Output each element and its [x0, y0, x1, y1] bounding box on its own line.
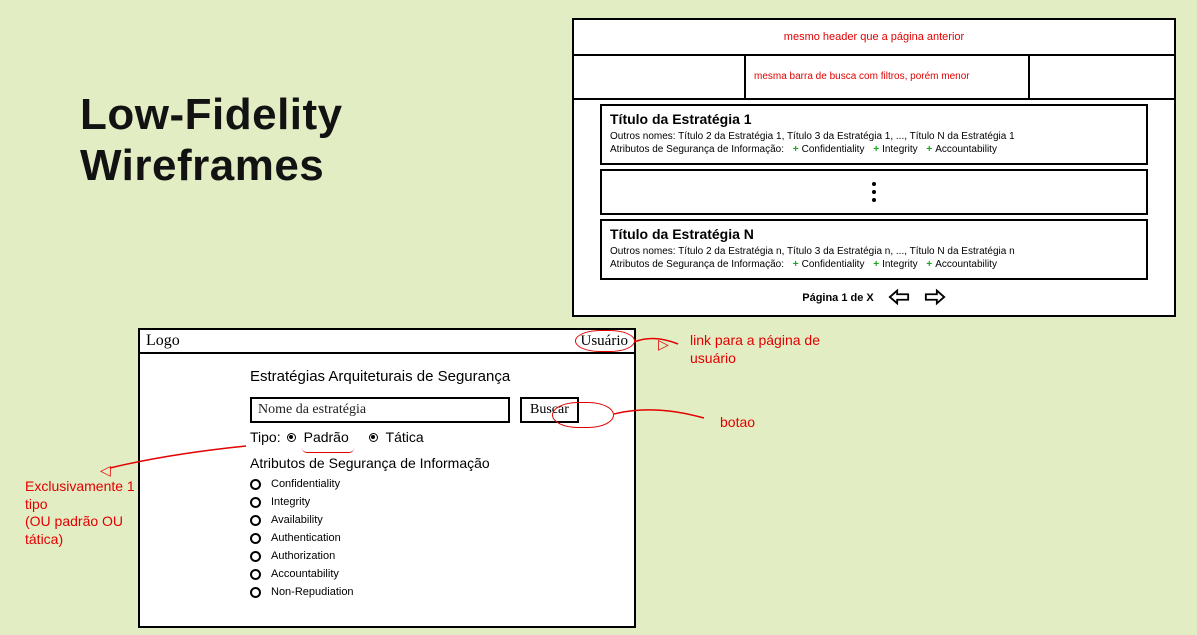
- radio-padrao[interactable]: [287, 433, 296, 442]
- annotation-button: botao: [720, 414, 755, 432]
- results-header-note: mesmo header que a página anterior: [574, 20, 1174, 56]
- type-option-padrao: Padrão: [304, 429, 349, 445]
- page-title: Estratégias Arquiteturais de Segurança: [250, 368, 604, 385]
- plus-icon: +: [873, 259, 879, 270]
- plus-icon: +: [873, 144, 879, 155]
- checkbox-icon[interactable]: [250, 569, 261, 580]
- strategy-card-1[interactable]: Título da Estratégia 1 Outros nomes: Tít…: [600, 104, 1148, 165]
- arrow-icon: ▷: [658, 336, 669, 353]
- list-item: Integrity: [250, 493, 604, 511]
- strategy-1-attrs: Atributos de Segurança de Informação: +C…: [610, 143, 1138, 157]
- strategy-1-other-names: Outros nomes: Título 2 da Estratégia 1, …: [610, 130, 1138, 144]
- checkbox-icon[interactable]: [250, 479, 261, 490]
- search-button[interactable]: Buscar: [520, 397, 579, 423]
- pager-next-icon[interactable]: [924, 288, 946, 309]
- type-row: Tipo: Padrão Tática: [250, 429, 604, 445]
- pager-text: Página 1 de X: [802, 292, 874, 304]
- slide-title-line1: Low-Fidelity: [80, 90, 343, 139]
- type-label: Tipo:: [250, 429, 281, 445]
- strategy-1-title: Título da Estratégia 1: [610, 110, 1138, 129]
- list-item: Authentication: [250, 529, 604, 547]
- search-header: Logo Usuário: [140, 330, 634, 354]
- strategy-n-other-names: Outros nomes: Título 2 da Estratégia n, …: [610, 245, 1138, 259]
- list-item: Non-Repudiation: [250, 583, 604, 601]
- list-item: Accountability: [250, 565, 604, 583]
- list-item: Availability: [250, 511, 604, 529]
- annotation-curve-user: [634, 336, 684, 352]
- results-pager: Página 1 de X: [574, 284, 1174, 315]
- results-filter-cell-left: [574, 56, 746, 98]
- list-item: Confidentiality: [250, 475, 604, 493]
- arrow-icon: ◁: [100, 462, 111, 479]
- type-option-tatica: Tática: [386, 429, 424, 445]
- ellipsis-box: [600, 169, 1148, 215]
- strategy-n-attrs: Atributos de Segurança de Informação: +C…: [610, 258, 1138, 272]
- plus-icon: +: [793, 144, 799, 155]
- list-item: Authorization: [250, 547, 604, 565]
- results-wireframe: mesmo header que a página anterior mesma…: [572, 18, 1176, 317]
- results-filter-note: mesma barra de busca com filtros, porém …: [746, 56, 1030, 98]
- user-link[interactable]: Usuário: [581, 333, 629, 350]
- checkbox-icon[interactable]: [250, 533, 261, 544]
- slide-title-line2: Wireframes: [80, 141, 324, 190]
- search-input[interactable]: Nome da estratégia: [250, 397, 510, 423]
- checkbox-icon[interactable]: [250, 497, 261, 508]
- radio-tatica[interactable]: [369, 433, 378, 442]
- checkbox-icon[interactable]: [250, 515, 261, 526]
- logo[interactable]: Logo: [146, 332, 180, 350]
- results-filter-cell-right: [1030, 56, 1174, 98]
- search-wireframe: Logo Usuário Estratégias Arquiteturais d…: [138, 328, 636, 628]
- search-input-placeholder: Nome da estratégia: [258, 402, 366, 418]
- annotation-type-exclusive: Exclusivamente 1 tipo (OU padrão OU táti…: [25, 478, 145, 548]
- results-filter-row: mesma barra de busca com filtros, porém …: [574, 56, 1174, 100]
- strategy-card-n[interactable]: Título da Estratégia N Outros nomes: Tít…: [600, 219, 1148, 280]
- plus-icon: +: [926, 259, 932, 270]
- checkbox-icon[interactable]: [250, 551, 261, 562]
- strategy-n-title: Título da Estratégia N: [610, 225, 1138, 244]
- slide-title: Low-Fidelity Wireframes: [80, 90, 343, 191]
- annotation-user-link: link para a página de usuário: [690, 332, 830, 367]
- attributes-list: Confidentiality Integrity Availability A…: [250, 475, 604, 601]
- attributes-title: Atributos de Segurança de Informação: [250, 455, 604, 471]
- checkbox-icon[interactable]: [250, 587, 261, 598]
- plus-icon: +: [793, 259, 799, 270]
- plus-icon: +: [926, 144, 932, 155]
- pager-prev-icon[interactable]: [888, 288, 910, 309]
- search-button-label: Buscar: [530, 402, 569, 418]
